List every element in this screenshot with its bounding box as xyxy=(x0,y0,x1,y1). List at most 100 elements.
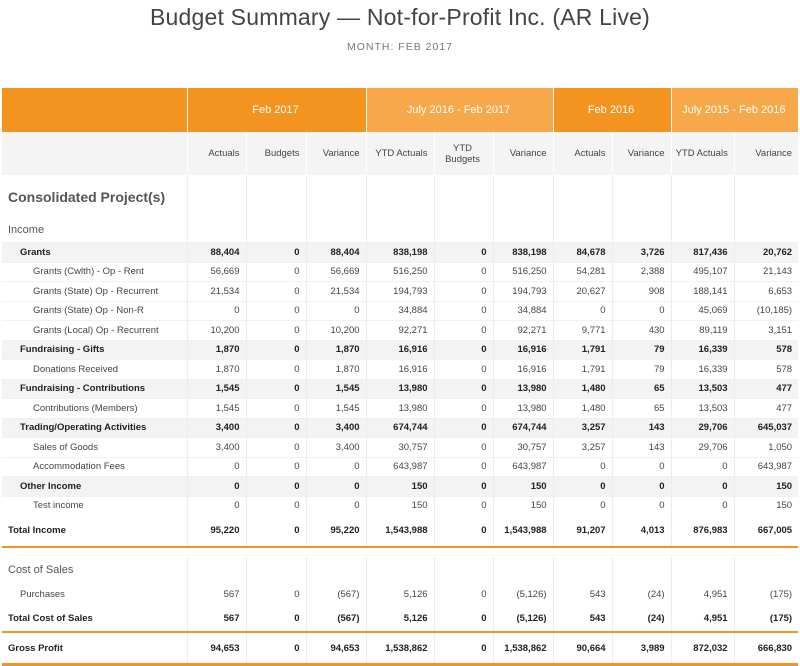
value-cell: 838,198 xyxy=(365,242,435,262)
value-cell: 0 xyxy=(433,261,494,282)
value-cell: 13,980 xyxy=(492,378,554,399)
value-cell: 0 xyxy=(552,456,613,477)
value-cell: 34,884 xyxy=(492,300,554,321)
value-cell: 21,534 xyxy=(305,281,367,301)
cost-of-sales-label: Cost of Sales xyxy=(8,564,74,576)
income-section-label: Income xyxy=(8,224,45,236)
value-cell: 0 xyxy=(552,476,613,496)
budget-summary-table: Feb 2017 July 2016 - Feb 2017 Feb 2016 J… xyxy=(2,88,799,666)
value-cell: 1,480 xyxy=(552,378,613,399)
value-cell: 3,400 xyxy=(305,417,367,438)
value-cell: 908 xyxy=(611,281,672,301)
value-cell: 194,793 xyxy=(492,281,554,301)
value-cell: 65 xyxy=(611,378,672,399)
value-cell: (567) xyxy=(305,605,367,633)
value-cell: 4,013 xyxy=(611,515,672,548)
value-cell: 0 xyxy=(245,495,306,515)
value-cell: 5,126 xyxy=(365,583,435,605)
value-cell: 0 xyxy=(305,476,367,496)
value-cell: 0 xyxy=(433,281,494,301)
value-cell: 150 xyxy=(492,476,554,496)
value-cell: 5,126 xyxy=(365,605,435,633)
value-cell: 0 xyxy=(611,456,672,477)
value-cell: 0 xyxy=(433,515,494,548)
value-cell: 21,534 xyxy=(186,281,246,301)
value-cell: 150 xyxy=(733,476,799,496)
value-cell: (24) xyxy=(611,583,672,605)
value-cell: 0 xyxy=(245,476,306,496)
value-cell: 1,791 xyxy=(552,339,613,360)
value-cell: 578 xyxy=(733,339,799,360)
value-cell: 516,250 xyxy=(492,261,554,282)
column-header-row: Actuals Budgets Variance YTD Actuals YTD… xyxy=(2,132,799,175)
row-label: Other Income xyxy=(2,476,187,496)
value-cell: 666,830 xyxy=(733,632,799,666)
value-cell: 4,951 xyxy=(670,583,735,605)
cost-of-sales-section-row: Cost of Sales xyxy=(2,557,799,583)
value-cell: 0 xyxy=(245,339,306,360)
period-header-ytd-2017: July 2016 - Feb 2017 xyxy=(365,88,554,132)
income-detail-row: Sales of Goods 3,400 0 3,400 30,757 0 30,757 3,… xyxy=(2,437,799,457)
value-cell: 13,503 xyxy=(670,398,735,418)
value-cell: 150 xyxy=(492,495,554,515)
value-cell: 20,762 xyxy=(733,242,799,262)
value-cell: 3,400 xyxy=(305,437,367,457)
value-cell: 95,220 xyxy=(186,515,246,548)
value-cell: 543 xyxy=(552,605,613,633)
value-cell: 3,400 xyxy=(186,437,246,457)
row-label: Total Income xyxy=(2,515,187,548)
value-cell: 430 xyxy=(611,320,672,340)
report-subtitle: MONTH: FEB 2017 xyxy=(346,41,454,53)
row-label: Total Cost of Sales xyxy=(2,605,187,633)
value-cell: 94,653 xyxy=(186,632,246,666)
income-group-row: Trading/Operating Activities 3,400 0 3,400 6… xyxy=(2,417,799,438)
row-label: Fundraising - Contributions xyxy=(2,378,187,399)
value-cell: 667,005 xyxy=(733,515,799,548)
value-cell: 0 xyxy=(433,583,494,605)
value-cell: 0 xyxy=(245,456,306,477)
row-label: Purchases xyxy=(20,588,65,600)
income-group-row: Fundraising - Contributions 1,545 0 1,545 13… xyxy=(2,378,799,399)
value-cell: 0 xyxy=(245,605,306,633)
value-cell: 56,669 xyxy=(186,261,246,282)
value-cell: (5,126) xyxy=(492,583,554,605)
column-header: Actuals xyxy=(552,132,613,175)
row-label: Trading/Operating Activities xyxy=(2,417,187,438)
period-header-row: Feb 2017 July 2016 - Feb 2017 Feb 2016 J… xyxy=(2,88,799,132)
spacer-row xyxy=(2,547,798,557)
project-title-row: Consolidated Project(s) xyxy=(2,175,799,218)
value-cell: 0 xyxy=(611,495,672,515)
value-cell: 0 xyxy=(433,605,494,633)
value-cell: 0 xyxy=(433,456,494,477)
value-cell: 79 xyxy=(611,359,672,379)
value-cell: 0 xyxy=(245,378,306,399)
value-cell: 89,119 xyxy=(670,320,735,340)
column-header: YTD Actuals xyxy=(670,132,735,175)
value-cell: 16,916 xyxy=(492,359,554,379)
value-cell: 0 xyxy=(670,456,735,477)
row-label: Sales of Goods xyxy=(2,437,187,457)
value-cell: 13,503 xyxy=(670,378,735,399)
value-cell: 1,543,988 xyxy=(492,515,554,548)
value-cell: 16,916 xyxy=(365,359,435,379)
report-title: Budget Summary — Not-for-Profit Inc. (AR… xyxy=(149,4,650,30)
row-label: Grants xyxy=(2,242,187,262)
value-cell: 578 xyxy=(733,359,799,379)
period-header-ytd-2016: July 2015 - Feb 2016 xyxy=(670,88,799,132)
value-cell: 0 xyxy=(670,476,735,496)
income-detail-row: Grants (State) Op - Non-R 0 0 0 34,884 0 34,88… xyxy=(2,300,799,321)
value-cell: 16,916 xyxy=(365,339,435,360)
value-cell: 3,257 xyxy=(552,417,613,438)
value-cell: 3,257 xyxy=(552,437,613,457)
value-cell: 30,757 xyxy=(365,437,435,457)
value-cell: 0 xyxy=(245,417,306,438)
row-label: Grants (State) Op - Non-R xyxy=(2,300,187,321)
value-cell: 516,250 xyxy=(365,261,435,282)
value-cell: 0 xyxy=(433,320,494,340)
value-cell: 1,543,988 xyxy=(365,515,435,548)
value-cell: 3,989 xyxy=(611,632,672,666)
value-cell: 150 xyxy=(365,495,435,515)
value-cell: 0 xyxy=(552,495,613,515)
value-cell: 0 xyxy=(433,476,494,496)
column-header: Actuals xyxy=(186,132,246,175)
